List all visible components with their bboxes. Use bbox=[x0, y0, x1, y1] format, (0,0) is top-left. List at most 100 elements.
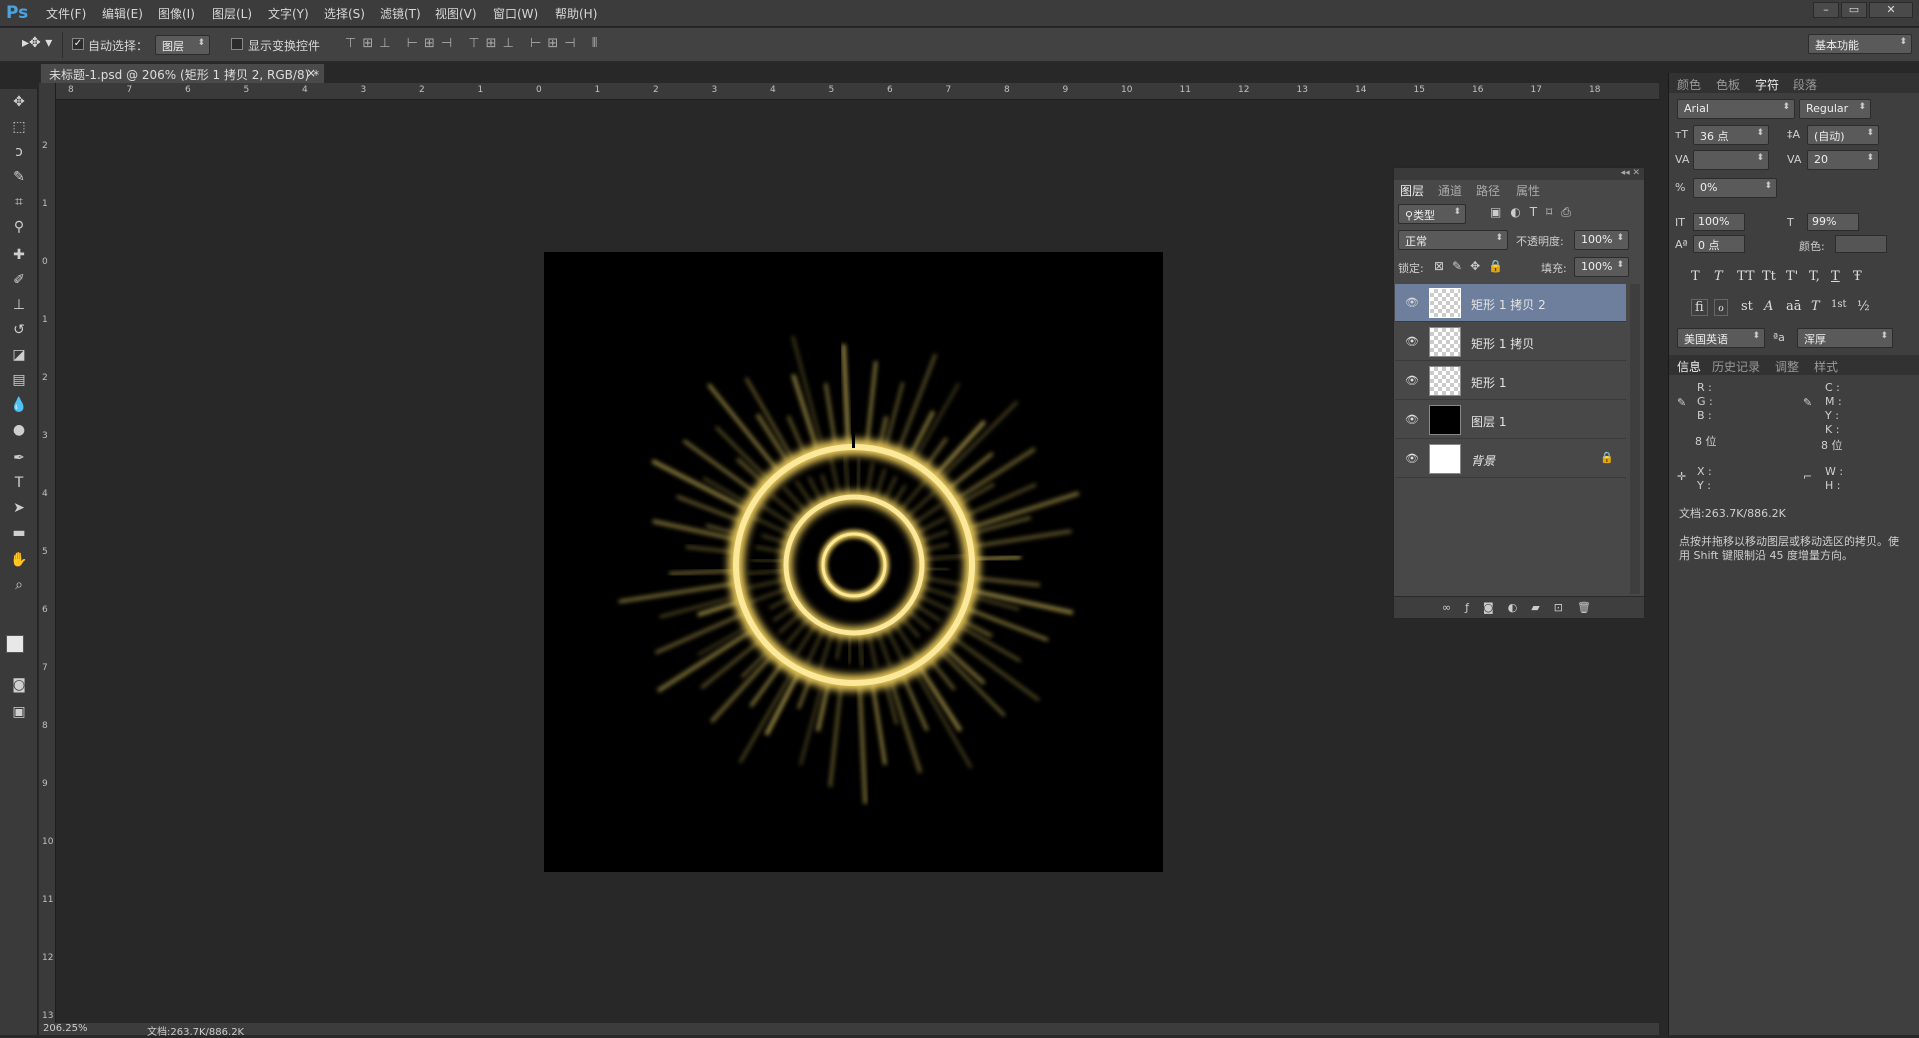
document-tab[interactable]: 未标题-1.psd @ 206% (矩形 1 拷贝 2, RGB/8) * × bbox=[40, 63, 325, 83]
move-tool-icon[interactable]: ✥ bbox=[7, 91, 31, 113]
menu-edit[interactable]: 编辑(E) bbox=[102, 5, 143, 22]
layer-filter-dropdown[interactable]: ⚲类型 bbox=[1398, 204, 1466, 224]
fill-field[interactable]: 100% bbox=[1574, 257, 1629, 277]
eyedropper-tool-icon[interactable]: ⚲ bbox=[7, 216, 31, 238]
menu-select[interactable]: 选择(S) bbox=[324, 5, 365, 22]
tab-paths[interactable]: 路径 bbox=[1476, 182, 1500, 199]
small-caps-button[interactable]: Tt bbox=[1762, 269, 1776, 284]
lasso-tool-icon[interactable]: ↄ bbox=[7, 141, 31, 163]
layer-row[interactable]: 👁 矩形 1 拷贝 2 bbox=[1395, 284, 1626, 322]
restore-button[interactable]: ▭ bbox=[1841, 2, 1867, 18]
underline-button[interactable]: T bbox=[1831, 269, 1840, 284]
antialias-dropdown[interactable]: 浑厚 bbox=[1797, 328, 1893, 348]
path-select-tool-icon[interactable]: ➤ bbox=[7, 497, 31, 519]
quick-mask-icon[interactable]: ◙ bbox=[7, 674, 31, 696]
tab-adjustments[interactable]: 调整 bbox=[1775, 358, 1799, 375]
stamp-tool-icon[interactable]: ⊥ bbox=[7, 294, 31, 316]
tab-properties[interactable]: 属性 bbox=[1516, 182, 1540, 199]
screen-mode-icon[interactable]: ▣ bbox=[7, 701, 31, 723]
layer-filter-icons[interactable]: ▣◐T⌑⎙ bbox=[1490, 205, 1580, 220]
bold-button[interactable]: T bbox=[1691, 269, 1700, 284]
menu-image[interactable]: 图像(I) bbox=[158, 5, 195, 22]
dodge-tool-icon[interactable]: ● bbox=[7, 419, 31, 441]
minimize-button[interactable]: – bbox=[1813, 2, 1839, 18]
lock-icons[interactable]: ⊠✎✥🔒 bbox=[1434, 259, 1511, 273]
move-tool-preset-icon[interactable]: ▸✥ ▾ bbox=[22, 35, 52, 51]
zoom-tool-icon[interactable]: ⌕ bbox=[7, 574, 31, 596]
menu-view[interactable]: 视图(V) bbox=[435, 5, 477, 22]
blur-tool-icon[interactable]: 💧 bbox=[7, 394, 31, 416]
visibility-eye-icon[interactable]: 👁 bbox=[1405, 413, 1419, 426]
visibility-eye-icon[interactable]: 👁 bbox=[1405, 452, 1419, 465]
menu-type[interactable]: 文字(Y) bbox=[268, 5, 309, 22]
quick-select-tool-icon[interactable]: ✎ bbox=[7, 166, 31, 188]
menu-layer[interactable]: 图层(L) bbox=[212, 5, 252, 22]
foreground-color-swatch[interactable] bbox=[6, 635, 24, 653]
type-tool-icon[interactable]: T bbox=[7, 472, 31, 494]
eraser-tool-icon[interactable]: ◪ bbox=[7, 344, 31, 366]
strikethrough-button[interactable]: Ŧ bbox=[1853, 269, 1862, 284]
ligature-button[interactable]: fi bbox=[1691, 299, 1708, 316]
tab-layers[interactable]: 图层 bbox=[1400, 182, 1424, 199]
auto-select-checkbox[interactable]: ✓ bbox=[72, 38, 84, 50]
stylistic-alternates-button[interactable]: aā bbox=[1786, 299, 1802, 314]
ordinals-button[interactable]: 1st bbox=[1831, 299, 1847, 310]
tab-color[interactable]: 颜色 bbox=[1677, 76, 1701, 93]
tab-styles[interactable]: 样式 bbox=[1814, 358, 1838, 375]
pen-tool-icon[interactable]: ✒ bbox=[7, 447, 31, 469]
layer-row[interactable]: 👁 背景 🔒 bbox=[1395, 440, 1626, 478]
menu-window[interactable]: 窗口(W) bbox=[493, 5, 538, 22]
leading-field[interactable]: (自动) bbox=[1807, 125, 1879, 145]
crop-tool-icon[interactable]: ⌗ bbox=[7, 191, 31, 213]
menu-file[interactable]: 文件(F) bbox=[46, 5, 86, 22]
workspace-dropdown[interactable]: 基本功能 bbox=[1808, 34, 1912, 54]
alternate-button[interactable]: ℴ bbox=[1714, 299, 1729, 316]
blend-mode-dropdown[interactable]: 正常 bbox=[1398, 230, 1508, 250]
language-dropdown[interactable]: 美国英语 bbox=[1677, 328, 1765, 348]
tab-close-icon[interactable]: × bbox=[306, 66, 316, 80]
tab-history[interactable]: 历史记录 bbox=[1712, 358, 1760, 375]
panel-header[interactable]: ◂◂ ✕ bbox=[1394, 168, 1644, 180]
layer-row[interactable]: 👁 矩形 1 bbox=[1395, 362, 1626, 400]
hand-tool-icon[interactable]: ✋ bbox=[7, 549, 31, 571]
shape-tool-icon[interactable]: ▬ bbox=[7, 522, 31, 544]
scale-field[interactable]: 0% bbox=[1693, 178, 1777, 198]
kerning-field[interactable] bbox=[1693, 150, 1769, 170]
visibility-eye-icon[interactable]: 👁 bbox=[1405, 374, 1419, 387]
brush-tool-icon[interactable]: ✐ bbox=[7, 269, 31, 291]
menu-help[interactable]: 帮助(H) bbox=[555, 5, 597, 22]
visibility-eye-icon[interactable]: 👁 bbox=[1405, 335, 1419, 348]
artboard[interactable] bbox=[544, 252, 1163, 872]
gradient-tool-icon[interactable]: ▤ bbox=[7, 369, 31, 391]
zoom-level[interactable]: 206.25% bbox=[43, 1023, 88, 1034]
fractions-button[interactable]: ½ bbox=[1857, 299, 1870, 314]
italic-button[interactable]: T bbox=[1714, 269, 1723, 284]
history-brush-tool-icon[interactable]: ↺ bbox=[7, 319, 31, 341]
opacity-field[interactable]: 100% bbox=[1574, 230, 1629, 250]
tab-paragraph[interactable]: 段落 bbox=[1793, 76, 1817, 93]
discretionary-ligature-button[interactable]: st bbox=[1741, 299, 1753, 314]
font-size-field[interactable]: 36 点 bbox=[1693, 125, 1769, 145]
tab-info[interactable]: 信息 bbox=[1677, 358, 1701, 375]
horizontal-scale-field[interactable]: 99% bbox=[1807, 213, 1859, 231]
align-buttons-icon[interactable]: ⊤⊞⊥ ⊢⊞⊣ ⊤⊞⊥ ⊢⊞⊣ ⦀ bbox=[345, 36, 603, 51]
tab-swatches[interactable]: 色板 bbox=[1716, 76, 1740, 93]
swash-button[interactable]: A bbox=[1764, 299, 1773, 314]
marquee-tool-icon[interactable]: ⬚ bbox=[7, 116, 31, 138]
layer-row[interactable]: 👁 图层 1 bbox=[1395, 401, 1626, 439]
healing-tool-icon[interactable]: ✚ bbox=[7, 244, 31, 266]
vertical-scale-field[interactable]: 100% bbox=[1693, 213, 1745, 231]
all-caps-button[interactable]: TT bbox=[1737, 269, 1755, 284]
tab-channels[interactable]: 通道 bbox=[1438, 182, 1462, 199]
layers-footer-toolbar[interactable]: ∞ƒ◙◐▰⊡🗑 bbox=[1394, 596, 1644, 618]
titling-button[interactable]: T bbox=[1811, 299, 1820, 314]
baseline-field[interactable]: 0 点 bbox=[1693, 235, 1745, 253]
layer-row[interactable]: 👁 矩形 1 拷贝 bbox=[1395, 323, 1626, 361]
subscript-button[interactable]: T, bbox=[1809, 269, 1820, 284]
font-style-dropdown[interactable]: Regular bbox=[1799, 99, 1871, 119]
tab-character[interactable]: 字符 bbox=[1755, 76, 1779, 93]
font-family-dropdown[interactable]: Arial bbox=[1677, 99, 1795, 119]
close-window-button[interactable]: ✕ bbox=[1869, 2, 1913, 18]
menu-filter[interactable]: 滤镜(T) bbox=[380, 5, 421, 22]
auto-select-dropdown[interactable]: 图层 bbox=[155, 35, 210, 55]
